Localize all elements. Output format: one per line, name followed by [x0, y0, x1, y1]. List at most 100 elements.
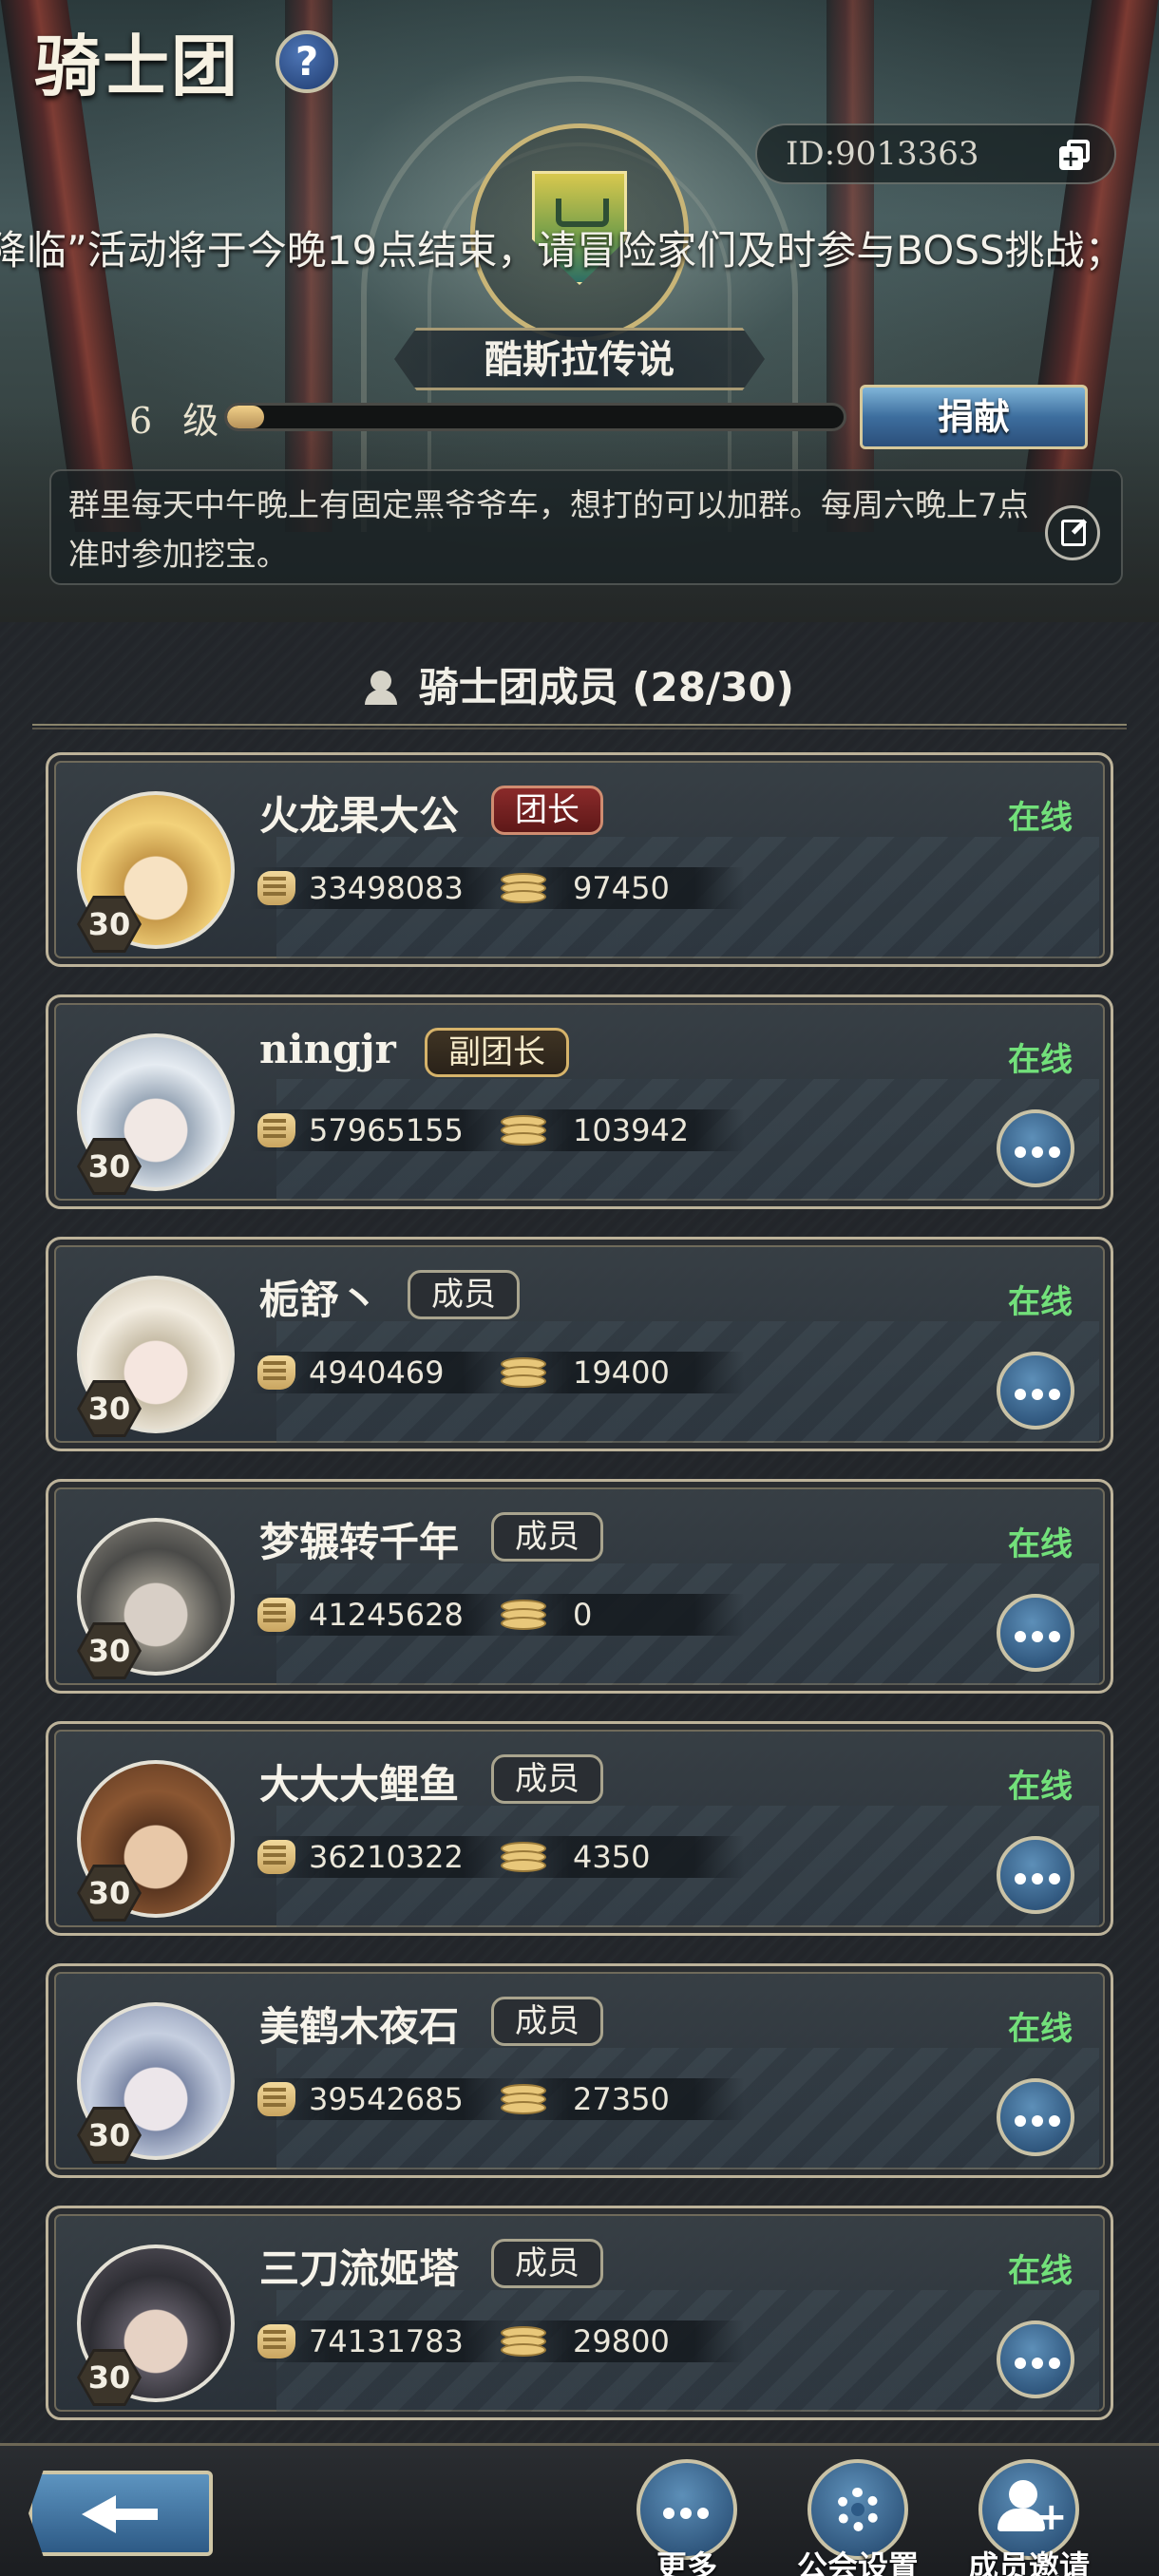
coin-stack-icon [501, 1600, 546, 1632]
power-value: 41245628 [309, 1597, 464, 1633]
power-value: 36210322 [309, 1839, 464, 1875]
member-section-header: 骑士团成员 (28/30) [0, 655, 1159, 713]
guild-exp-bar [224, 403, 846, 431]
member-card[interactable]: 30 栀舒丶 成员 在线 4940469 19400 [46, 1237, 1113, 1451]
member-name: 美鹤木夜石 [259, 2003, 460, 2050]
member-name: 三刀流姬塔 [259, 2245, 460, 2292]
bottom-bar: 更多 公会设置 + 成员邀请 [0, 2443, 1159, 2576]
member-more-button[interactable] [997, 2320, 1074, 2398]
guild-id-box: ID:9013363 + [755, 123, 1116, 184]
fist-icon [257, 2082, 295, 2116]
guild-level-number: 6 [129, 400, 153, 442]
page-title: 骑士团 [34, 27, 239, 105]
coin-stack-icon [501, 873, 546, 905]
power-value: 57965155 [309, 1112, 464, 1148]
contribution-stat: 19400 [497, 1352, 744, 1393]
online-status: 在线 [1008, 2010, 1073, 2048]
more-menu-label: 更多 [656, 2548, 717, 2576]
back-arrow-icon [82, 2495, 158, 2533]
member-card[interactable]: 30 三刀流姬塔 成员 在线 74131783 29800 [46, 2206, 1113, 2420]
invite-member-label: 成员邀请 [967, 2548, 1090, 2576]
contribution-value: 4350 [573, 1839, 651, 1875]
power-value: 33498083 [309, 870, 464, 906]
edit-notice-icon[interactable] [1045, 505, 1100, 560]
role-badge: 成员 [408, 1270, 520, 1319]
role-badge: 成员 [491, 1754, 603, 1804]
fist-icon [257, 1598, 295, 1632]
more-menu-button[interactable]: 更多 [616, 2446, 758, 2576]
more-dots-icon [1015, 1628, 1066, 1646]
guild-name-plate: 酷斯拉传说 [394, 328, 765, 390]
power-stat: 33498083 [250, 867, 516, 909]
contribution-value: 19400 [573, 1354, 670, 1391]
guild-exp-fill [227, 406, 264, 428]
coin-stack-icon [501, 2326, 546, 2358]
online-status: 在线 [1008, 1283, 1073, 1321]
help-button[interactable]: ? [276, 30, 338, 93]
contribution-value: 29800 [573, 2323, 670, 2359]
guild-notice: 群里每天中午晚上有固定黑爷爷车，想打的可以加群。每周六晚上7点准时参加挖宝。 [49, 469, 1123, 585]
coin-stack-icon [501, 1357, 546, 1390]
fist-icon [257, 1355, 295, 1390]
more-dots-icon [1015, 2355, 1066, 2373]
guild-name: 酷斯拉传说 [484, 337, 674, 382]
guild-level: 6 级 [129, 391, 218, 444]
member-more-button[interactable] [997, 1594, 1074, 1672]
contribution-value: 0 [573, 1597, 593, 1633]
coin-stack-icon [501, 2084, 546, 2116]
role-badge: 成员 [491, 2239, 603, 2288]
invite-member-button[interactable]: + 成员邀请 [958, 2446, 1100, 2576]
fist-icon [257, 1840, 295, 1874]
power-value: 4940469 [309, 1354, 445, 1391]
member-card[interactable]: 30 大大大鲤鱼 成员 在线 36210322 4350 [46, 1721, 1113, 1936]
guild-settings-button[interactable]: 公会设置 [787, 2446, 929, 2576]
more-dots-icon [1015, 1870, 1066, 1888]
member-name: ningjr [259, 1026, 396, 1072]
contribution-stat: 97450 [497, 867, 744, 909]
more-dots-icon [1015, 2112, 1066, 2131]
member-more-button[interactable] [997, 2078, 1074, 2156]
online-status: 在线 [1008, 2252, 1073, 2290]
contribution-value: 103942 [573, 1112, 690, 1148]
more-dots-icon [1015, 1386, 1066, 1404]
announcement-marquee: 降临”活动将于今晚19点结束，请冒险家们及时参与BOSS挑战； [0, 211, 1159, 277]
member-card[interactable]: 30 梦辗转千年 成员 在线 41245628 0 [46, 1479, 1113, 1694]
power-stat: 74131783 [250, 2320, 516, 2362]
fist-icon [257, 871, 295, 905]
member-more-button[interactable] [997, 1109, 1074, 1187]
power-value: 39542685 [309, 2081, 464, 2117]
fist-icon [257, 2324, 295, 2358]
power-value: 74131783 [309, 2323, 464, 2359]
fist-icon [257, 1113, 295, 1147]
announcement-text: 降临”活动将于今晚19点结束，请冒险家们及时参与BOSS挑战； [0, 227, 1125, 274]
section-divider [32, 724, 1127, 729]
contribution-stat: 4350 [497, 1836, 744, 1878]
guild-id: ID:9013363 [786, 135, 979, 173]
contribution-stat: 0 [497, 1594, 744, 1636]
online-status: 在线 [1008, 1768, 1073, 1806]
member-section-title: 骑士团成员 (28/30) [418, 664, 794, 710]
online-status: 在线 [1008, 1525, 1073, 1563]
power-stat: 41245628 [250, 1594, 516, 1636]
donate-button[interactable]: 捐献 [860, 385, 1088, 449]
member-name: 大大大鲤鱼 [259, 1761, 460, 1808]
copy-icon[interactable]: + [1059, 140, 1090, 170]
member-name: 梦辗转千年 [259, 1519, 460, 1565]
power-stat: 36210322 [250, 1836, 516, 1878]
back-button[interactable] [28, 2471, 213, 2556]
coin-stack-icon [501, 1842, 546, 1874]
online-status: 在线 [1008, 1041, 1073, 1079]
guild-level-unit: 级 [182, 400, 219, 442]
member-card[interactable]: 30 火龙果大公 团长 在线 33498083 97450 [46, 752, 1113, 967]
power-stat: 4940469 [250, 1352, 516, 1393]
member-card[interactable]: 30 美鹤木夜石 成员 在线 39542685 27350 [46, 1963, 1113, 2178]
role-badge: 副团长 [425, 1028, 569, 1077]
member-more-button[interactable] [997, 1352, 1074, 1430]
guild-banner: 骑士团 ? ID:9013363 + 降临”活动将于今晚19点结束，请冒险家们及… [0, 0, 1159, 622]
member-card[interactable]: 30 ningjr 副团长 在线 57965155 103942 [46, 994, 1113, 1209]
member-name: 栀舒丶 [259, 1277, 380, 1323]
contribution-stat: 27350 [497, 2078, 744, 2120]
member-icon [365, 671, 398, 705]
member-more-button[interactable] [997, 1836, 1074, 1914]
online-status: 在线 [1008, 799, 1073, 837]
